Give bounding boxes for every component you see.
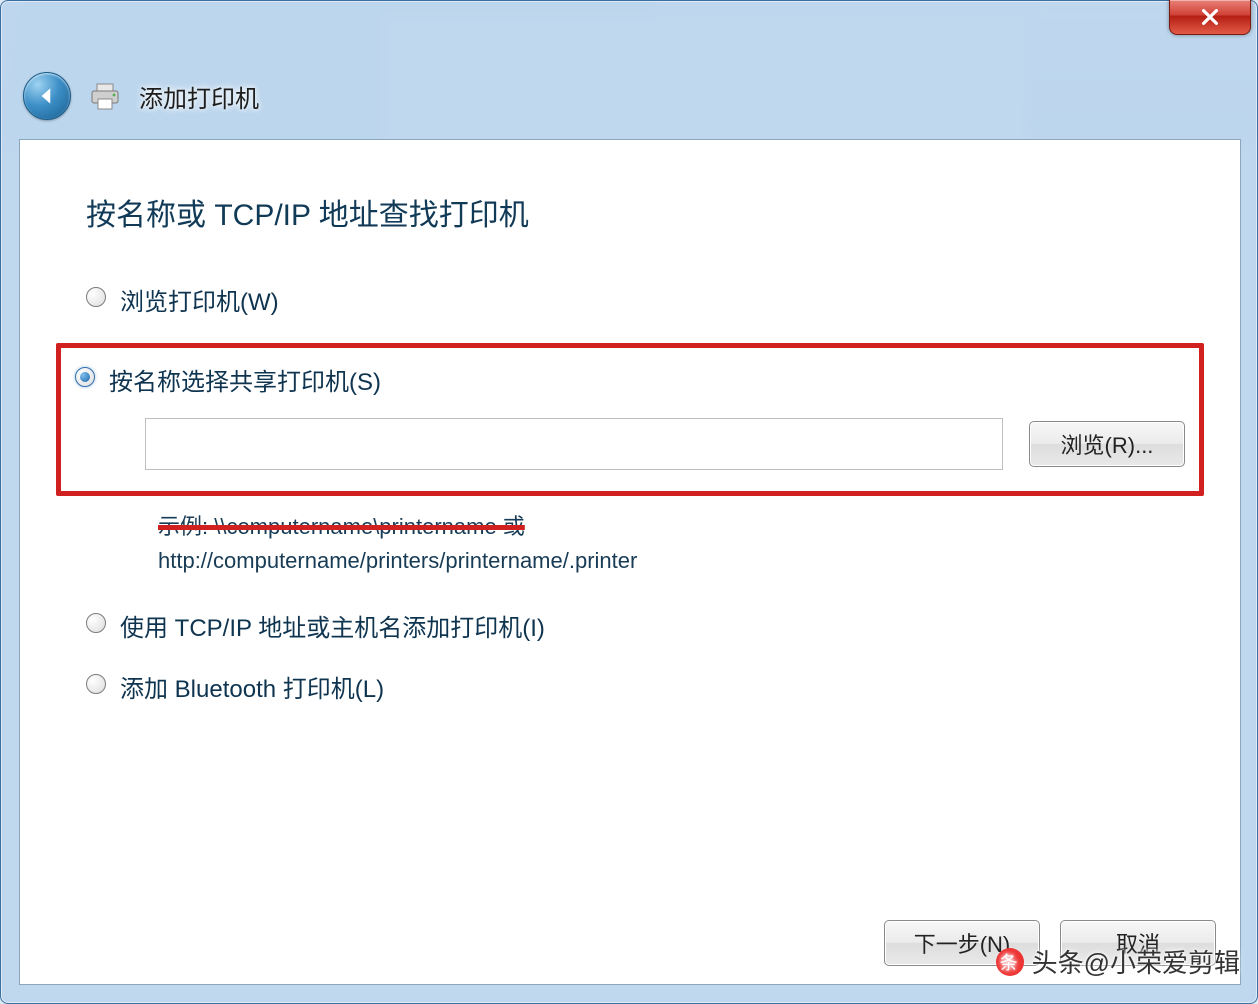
wizard-window: 添加打印机 按名称或 TCP/IP 地址查找打印机 浏览打印机(W) 按名称选择… — [0, 0, 1258, 1004]
example-text: 示例: \\computername\printername 或 http://… — [86, 510, 1174, 578]
shared-printer-name-input[interactable] — [145, 418, 1003, 470]
next-button[interactable]: 下一步(N) — [884, 920, 1040, 966]
option-label: 浏览打印机(W) — [120, 282, 279, 317]
back-arrow-icon — [34, 83, 60, 109]
wizard-panel: 按名称或 TCP/IP 地址查找打印机 浏览打印机(W) 按名称选择共享打印机(… — [19, 139, 1241, 985]
example-line-1: 示例: \\computername\printername 或 — [158, 514, 525, 539]
wizard-footer: 下一步(N) 取消 — [884, 920, 1216, 966]
option-tcpip[interactable]: 使用 TCP/IP 地址或主机名添加打印机(I) — [86, 608, 1174, 643]
close-icon — [1199, 6, 1221, 28]
page-heading: 按名称或 TCP/IP 地址查找打印机 — [86, 190, 1174, 234]
radio-icon — [75, 367, 95, 387]
wizard-header: 添加打印机 — [1, 57, 1257, 135]
radio-icon — [86, 613, 106, 633]
option-label: 按名称选择共享打印机(S) — [109, 362, 381, 397]
wizard-title: 添加打印机 — [139, 79, 259, 114]
option-bluetooth[interactable]: 添加 Bluetooth 打印机(L) — [86, 669, 1174, 704]
option-label: 使用 TCP/IP 地址或主机名添加打印机(I) — [120, 608, 545, 643]
radio-icon — [86, 287, 106, 307]
option-browse-printers[interactable]: 浏览打印机(W) — [86, 282, 1174, 317]
window-close-button[interactable] — [1169, 0, 1251, 35]
browse-button[interactable]: 浏览(R)... — [1029, 421, 1185, 467]
cancel-button[interactable]: 取消 — [1060, 920, 1216, 966]
radio-icon — [86, 674, 106, 694]
printer-icon — [89, 83, 121, 109]
option-select-by-name[interactable]: 按名称选择共享打印机(S) — [75, 362, 1185, 397]
option-label: 添加 Bluetooth 打印机(L) — [120, 669, 384, 704]
highlight-box: 按名称选择共享打印机(S) 浏览(R)... — [56, 343, 1204, 496]
back-button[interactable] — [23, 72, 71, 120]
example-line-2: http://computername/printers/printername… — [158, 548, 637, 573]
